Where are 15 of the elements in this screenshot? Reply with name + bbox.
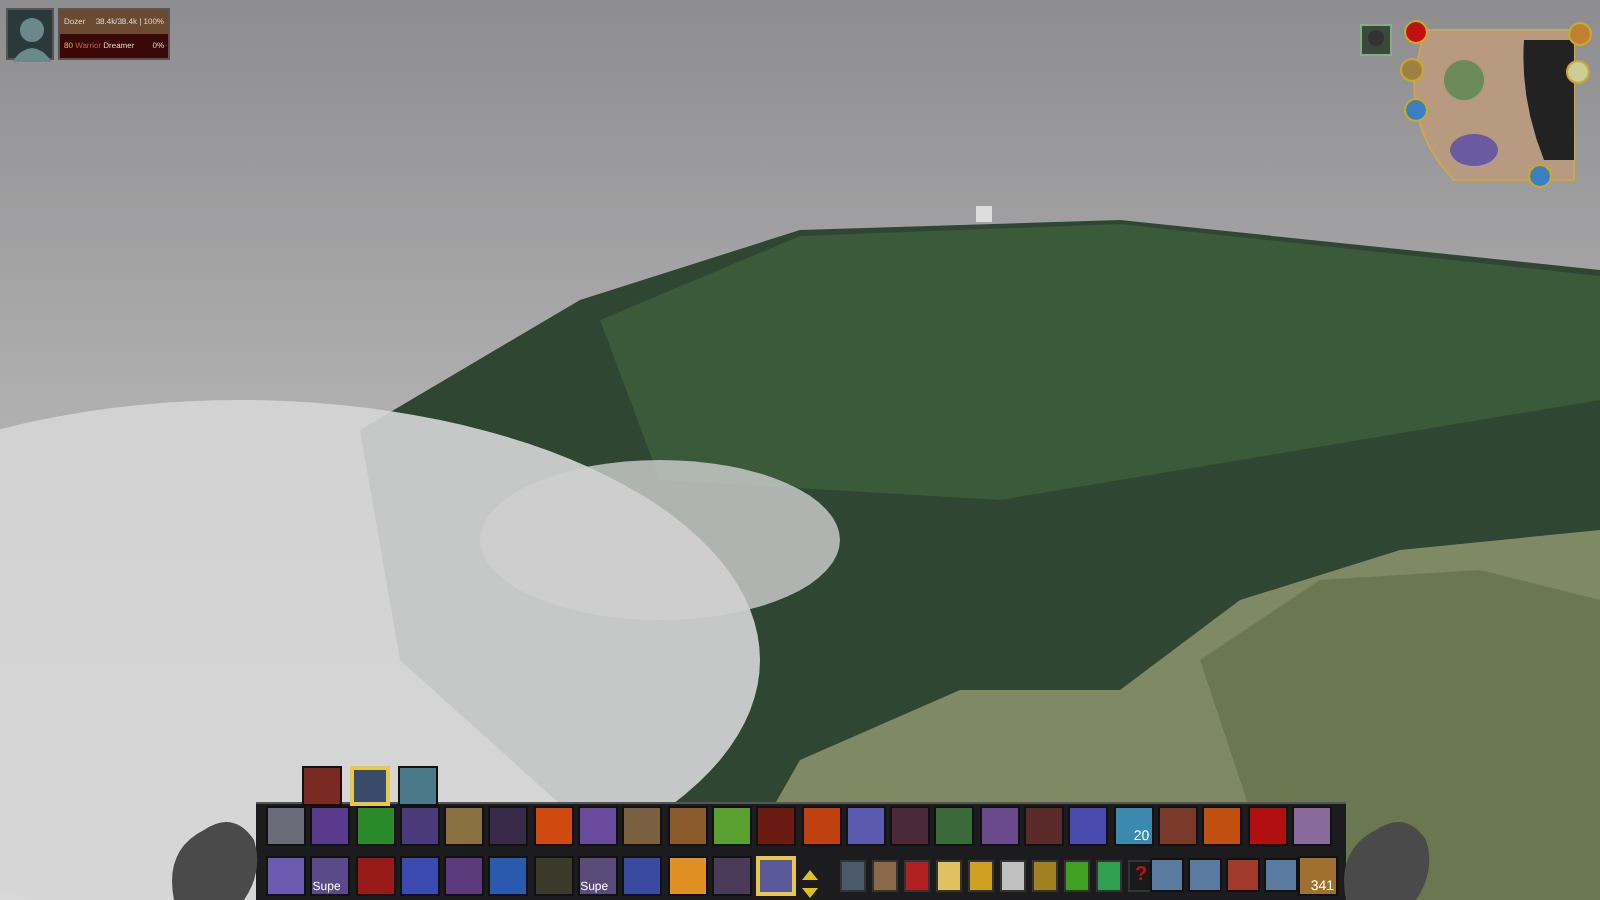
spell-slot-icon[interactable] [355, 806, 396, 846]
menu-icon[interactable] [1096, 860, 1122, 892]
menu-icon[interactable] [1000, 860, 1026, 892]
tracking-icon[interactable] [1360, 23, 1392, 56]
player-portrait[interactable] [6, 8, 54, 60]
page-arrows-icon[interactable] [800, 867, 820, 900]
menu-icon[interactable] [936, 860, 962, 892]
spell-slot-icon[interactable] [1150, 858, 1184, 892]
menu-icon[interactable] [1064, 860, 1090, 892]
spell-slot-icon[interactable] [1188, 858, 1222, 892]
menu-icon[interactable] [968, 860, 994, 892]
spell-slot-icon[interactable] [1264, 858, 1298, 892]
spell-slot-icon[interactable] [667, 856, 708, 896]
spell-slot-icon[interactable] [711, 806, 752, 846]
menu-icon[interactable] [1032, 860, 1058, 892]
